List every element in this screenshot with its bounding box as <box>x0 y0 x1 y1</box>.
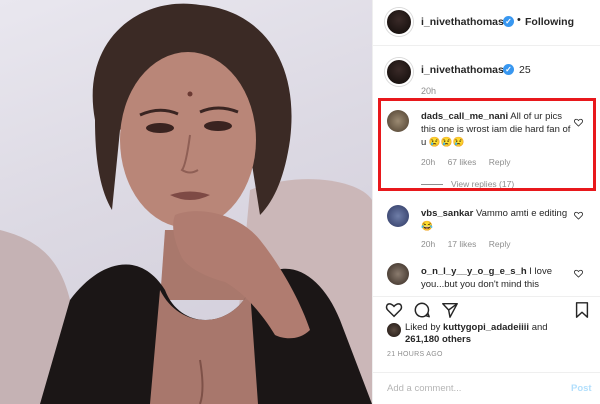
portrait-image <box>0 3 372 404</box>
liked-by-others[interactable]: 261,180 others <box>405 334 471 346</box>
liker-avatar[interactable] <box>387 323 401 337</box>
caption-avatar[interactable] <box>385 58 413 86</box>
action-bar <box>373 296 600 322</box>
highlight-box <box>378 98 596 191</box>
verified-badge-icon: ✓ <box>503 16 514 27</box>
comment-icon[interactable] <box>413 301 431 319</box>
add-comment-bar: Add a comment... Post <box>373 372 600 404</box>
heart-icon[interactable] <box>385 301 403 319</box>
post-header: i_nivethathomas ✓ • Following <box>373 0 600 46</box>
post-comment-button[interactable]: Post <box>571 383 592 394</box>
bookmark-icon[interactable] <box>573 301 591 319</box>
comment-time[interactable]: 20h <box>421 239 435 249</box>
add-comment-input[interactable]: Add a comment... <box>387 383 461 394</box>
comment-body: o_n_l_y__y_o_g_e_s_h I love you...but yo… <box>421 265 571 291</box>
liked-by-line: Liked by kuttygopi_adadeiiii and <box>405 322 548 334</box>
comment-meta: 20h 17 likes Reply <box>421 239 521 249</box>
author-avatar[interactable] <box>385 8 413 36</box>
verified-badge-icon: ✓ <box>503 64 514 75</box>
post-time-ago[interactable]: 21 HOURS AGO <box>387 351 443 358</box>
liked-by-user[interactable]: kuttygopi_adadeiiii <box>443 322 529 333</box>
share-icon[interactable] <box>441 301 459 319</box>
liked-by-suffix: and <box>531 322 548 333</box>
comment-likes[interactable]: 17 likes <box>448 239 477 249</box>
post-side-panel: i_nivethathomas ✓ • Following i_nivethat… <box>372 0 600 404</box>
comment-like-heart-icon[interactable] <box>574 269 583 278</box>
commenter-avatar[interactable] <box>387 205 409 227</box>
comment-username[interactable]: o_n_l_y__y_o_g_e_s_h <box>421 266 527 277</box>
commenter-avatar[interactable] <box>387 263 409 285</box>
comment-username[interactable]: vbs_sankar <box>421 208 473 219</box>
following-button[interactable]: Following <box>525 16 574 28</box>
comment-like-heart-icon[interactable] <box>574 211 583 220</box>
post-photo[interactable] <box>0 0 372 404</box>
author-username[interactable]: i_nivethathomas <box>421 16 504 28</box>
instagram-post-view: i_nivethathomas ✓ • Following i_nivethat… <box>0 0 600 404</box>
separator-dot: • <box>517 14 521 26</box>
caption-text: 25 <box>519 64 531 76</box>
comment-reply-button[interactable]: Reply <box>489 239 511 249</box>
caption-username[interactable]: i_nivethathomas <box>421 64 504 76</box>
comment-body: vbs_sankar Vammo amti e editing 😂 <box>421 207 571 233</box>
caption-time[interactable]: 20h <box>421 86 436 96</box>
liked-by-prefix: Liked by <box>405 322 441 333</box>
